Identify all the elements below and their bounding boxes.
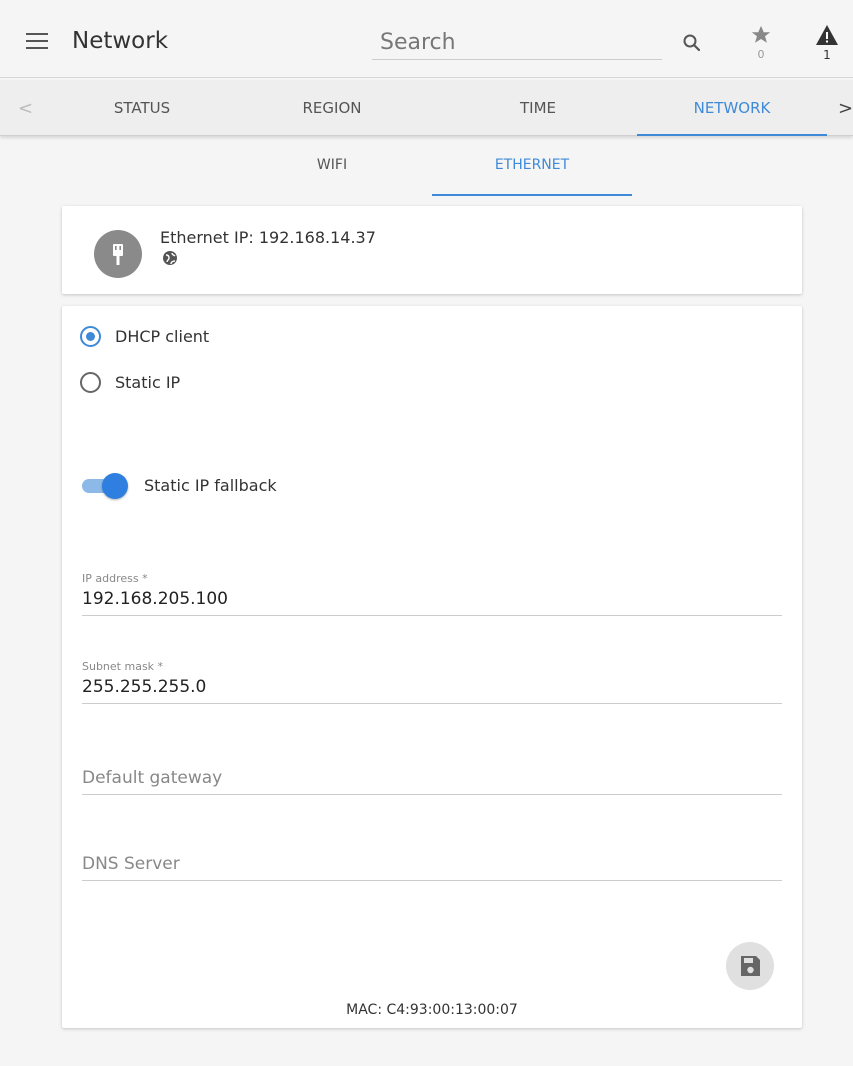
static-ip-label: Static IP	[115, 372, 181, 392]
subtab-wifi[interactable]: WIFI	[232, 140, 432, 196]
warning-icon	[816, 25, 838, 45]
subnet-mask-field: Subnet mask *	[82, 660, 782, 704]
ip-address-label: IP address *	[82, 572, 148, 585]
save-button[interactable]	[726, 942, 774, 990]
radio-unchecked-icon	[80, 371, 101, 393]
default-gateway-field	[82, 764, 782, 795]
static-ip-radio[interactable]: Static IP	[80, 368, 180, 396]
mac-address: MAC: C4:93:00:13:00:07	[346, 1002, 518, 1018]
static-ip-fallback-toggle[interactable]: Static IP fallback	[82, 472, 277, 499]
ethernet-ip-text: Ethernet IP: 192.168.14.37	[160, 228, 376, 247]
main-tabs: < STATUS REGION TIME NETWORK >	[0, 80, 853, 136]
dns-server-input[interactable]	[82, 850, 782, 880]
chevron-left-icon[interactable]: <	[18, 98, 33, 119]
ethernet-plug-icon	[94, 230, 142, 278]
page-title: Network	[72, 28, 169, 54]
menu-icon[interactable]	[26, 33, 48, 49]
search-input[interactable]	[372, 26, 662, 59]
app-bar: Network 0 1	[0, 0, 853, 78]
default-gateway-input[interactable]	[82, 764, 782, 794]
tab-region[interactable]: REGION	[237, 80, 427, 136]
static-ip-fallback-label: Static IP fallback	[144, 476, 277, 495]
ip-address-field: IP address *	[82, 572, 782, 616]
alerts-button[interactable]: 1	[812, 24, 842, 68]
subtab-ethernet[interactable]: ETHERNET	[432, 140, 632, 196]
subnet-mask-label: Subnet mask *	[82, 660, 164, 673]
subnet-mask-input[interactable]	[82, 673, 782, 703]
alerts-count: 1	[823, 48, 831, 62]
favorites-button[interactable]: 0	[748, 24, 774, 68]
dns-server-field	[82, 850, 782, 881]
search-icon[interactable]	[682, 33, 702, 53]
ethernet-info-card: Ethernet IP: 192.168.14.37	[62, 206, 802, 294]
tab-network[interactable]: NETWORK	[637, 80, 827, 136]
floppy-disk-icon	[741, 956, 760, 976]
favorites-count: 0	[757, 48, 765, 61]
ethernet-settings-card: DHCP client Static IP Static IP fallback…	[62, 306, 802, 1028]
tab-time[interactable]: TIME	[443, 80, 633, 136]
star-icon	[751, 25, 771, 43]
toggle-thumb	[102, 472, 128, 499]
tab-status[interactable]: STATUS	[47, 80, 237, 136]
ip-address-input[interactable]	[82, 585, 782, 615]
globe-icon	[162, 250, 178, 266]
search-box[interactable]	[372, 26, 662, 60]
radio-checked-icon	[80, 325, 101, 347]
dhcp-client-label: DHCP client	[115, 326, 210, 346]
dhcp-client-radio[interactable]: DHCP client	[80, 322, 209, 350]
toggle-track	[82, 472, 128, 499]
chevron-right-icon[interactable]: >	[838, 98, 853, 119]
